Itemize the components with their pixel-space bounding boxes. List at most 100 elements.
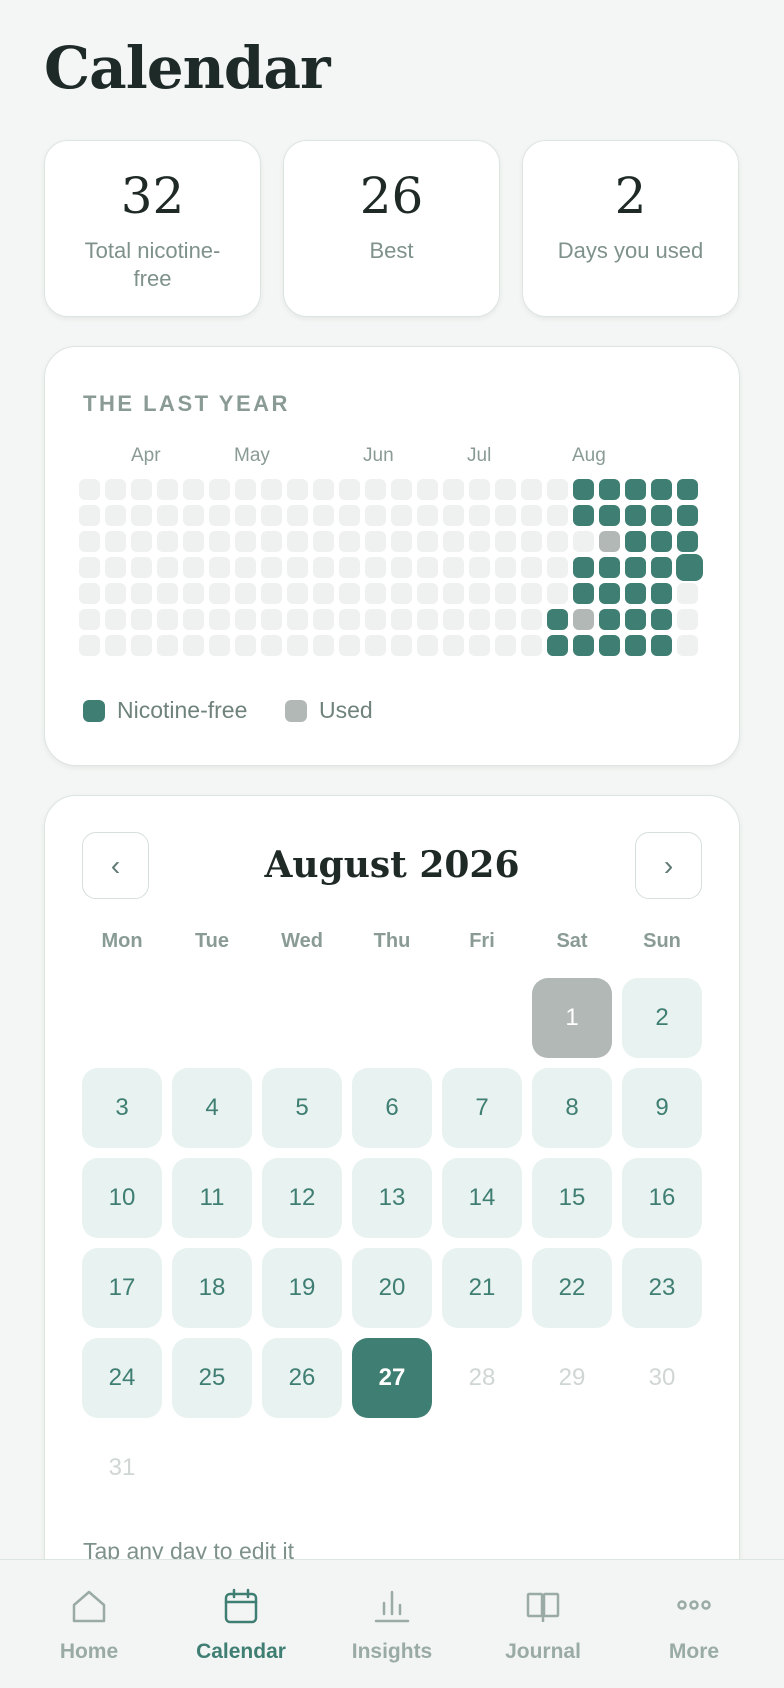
calendar-day: 29 bbox=[558, 1364, 586, 1391]
heatmap-cell-empty bbox=[339, 479, 360, 500]
heatmap-cell-empty bbox=[547, 531, 568, 552]
heatmap-cell-empty bbox=[131, 557, 152, 578]
calendar-day[interactable]: 20 bbox=[352, 1248, 432, 1328]
page-title: Calendar bbox=[44, 34, 331, 102]
calendar-day[interactable]: 8 bbox=[532, 1068, 612, 1148]
year-section-title: THE LAST YEAR bbox=[83, 391, 290, 416]
tab-label: Insights bbox=[351, 1640, 433, 1663]
calendar-day[interactable]: 14 bbox=[442, 1158, 522, 1238]
legend-used: Used bbox=[285, 697, 373, 724]
calendar-day[interactable]: 22 bbox=[532, 1248, 612, 1328]
heatmap-cell-empty bbox=[209, 609, 230, 630]
tab-insights[interactable]: Insights bbox=[317, 1560, 467, 1688]
heatmap-cell-free bbox=[625, 609, 646, 630]
heatmap-cell-empty bbox=[443, 609, 464, 630]
month-label-jul: Jul bbox=[467, 445, 492, 466]
heatmap-cell-empty bbox=[261, 531, 282, 552]
calendar-day[interactable]: 1 bbox=[532, 978, 612, 1058]
heatmap-cell-empty bbox=[235, 609, 256, 630]
calendar-day[interactable]: 6 bbox=[352, 1068, 432, 1148]
stat-label: Total nicotine-free bbox=[84, 238, 221, 291]
tab-more[interactable]: More bbox=[619, 1560, 769, 1688]
heatmap-cell-empty bbox=[79, 479, 100, 500]
calendar-day[interactable]: 26 bbox=[262, 1338, 342, 1418]
calendar-day[interactable]: 23 bbox=[622, 1248, 702, 1328]
heatmap-cell-empty bbox=[235, 531, 256, 552]
month-label-may: May bbox=[234, 445, 270, 466]
next-month-button[interactable]: › bbox=[635, 832, 702, 899]
heatmap-cell-empty bbox=[157, 583, 178, 604]
heatmap-cell-empty bbox=[547, 505, 568, 526]
calendar-day[interactable]: 13 bbox=[352, 1158, 432, 1238]
heatmap-cell-free bbox=[573, 557, 594, 578]
heatmap-cell-empty bbox=[105, 557, 126, 578]
heatmap-cell-used bbox=[599, 531, 620, 552]
heatmap-cell-empty bbox=[365, 505, 386, 526]
more-dots-icon bbox=[677, 1600, 711, 1610]
heatmap-cell-empty bbox=[79, 583, 100, 604]
calendar-day[interactable]: 9 bbox=[622, 1068, 702, 1148]
heatmap-cell-empty bbox=[547, 479, 568, 500]
calendar-day[interactable]: 18 bbox=[172, 1248, 252, 1328]
heatmap-cell-empty bbox=[443, 479, 464, 500]
calendar-day[interactable]: 24 bbox=[82, 1338, 162, 1418]
heatmap-cell-free bbox=[573, 479, 594, 500]
calendar-day: 31 bbox=[108, 1454, 136, 1481]
calendar-day[interactable]: 12 bbox=[262, 1158, 342, 1238]
heatmap-cell-empty bbox=[235, 479, 256, 500]
calendar-day[interactable]: 19 bbox=[262, 1248, 342, 1328]
book-icon bbox=[526, 1592, 560, 1622]
stat-value: 32 bbox=[120, 167, 185, 225]
tab-journal[interactable]: Journal bbox=[468, 1560, 618, 1688]
heatmap-cell-empty bbox=[105, 635, 126, 656]
calendar-day[interactable]: 21 bbox=[442, 1248, 522, 1328]
heatmap-cell-free bbox=[573, 583, 594, 604]
calendar-day[interactable]: 2 bbox=[622, 978, 702, 1058]
heatmap-cell-empty bbox=[495, 557, 516, 578]
calendar-icon bbox=[224, 1588, 258, 1624]
calendar-day[interactable]: 4 bbox=[172, 1068, 252, 1148]
legend-swatch-free bbox=[83, 699, 105, 722]
stat-value: 26 bbox=[359, 167, 424, 225]
calendar-day[interactable]: 27 bbox=[352, 1338, 432, 1418]
calendar-day[interactable]: 3 bbox=[82, 1068, 162, 1148]
heatmap-cell-free bbox=[651, 505, 672, 526]
heatmap-cell-empty bbox=[339, 635, 360, 656]
heatmap-cell-empty bbox=[183, 505, 204, 526]
heatmap-cell-empty bbox=[209, 635, 230, 656]
heatmap-cell-empty bbox=[131, 635, 152, 656]
calendar-day[interactable]: 16 bbox=[622, 1158, 702, 1238]
calendar-day[interactable]: 11 bbox=[172, 1158, 252, 1238]
heatmap-cell-free bbox=[573, 635, 594, 656]
heatmap-cell-empty bbox=[443, 635, 464, 656]
heatmap-cell-empty bbox=[495, 479, 516, 500]
heatmap-cell-empty bbox=[677, 635, 698, 656]
heatmap-cell-free bbox=[599, 609, 620, 630]
heatmap-cell-empty bbox=[261, 479, 282, 500]
heatmap-cell-empty bbox=[131, 505, 152, 526]
heatmap-cell-empty bbox=[261, 557, 282, 578]
heatmap-cell-empty bbox=[391, 479, 412, 500]
heatmap-cell-free bbox=[651, 609, 672, 630]
heatmap-cell-empty bbox=[443, 557, 464, 578]
heatmap-cell-empty bbox=[443, 531, 464, 552]
calendar-day[interactable]: 25 bbox=[172, 1338, 252, 1418]
heatmap-cell-free bbox=[625, 557, 646, 578]
heatmap-cell-empty bbox=[417, 531, 438, 552]
tab-home[interactable]: Home bbox=[14, 1560, 164, 1688]
heatmap-cell-empty bbox=[287, 505, 308, 526]
heatmap-cell-empty bbox=[339, 609, 360, 630]
calendar-day[interactable]: 7 bbox=[442, 1068, 522, 1148]
heatmap-cell-empty bbox=[365, 635, 386, 656]
heatmap-cell-free bbox=[625, 479, 646, 500]
tab-calendar[interactable]: Calendar bbox=[166, 1560, 316, 1688]
month-label-aug: Aug bbox=[572, 445, 606, 466]
calendar-day[interactable]: 15 bbox=[532, 1158, 612, 1238]
heatmap-cell-empty bbox=[105, 531, 126, 552]
calendar-day[interactable]: 10 bbox=[82, 1158, 162, 1238]
heatmap-cell-free bbox=[651, 583, 672, 604]
heatmap-cell-empty bbox=[365, 531, 386, 552]
heatmap-cell-empty bbox=[469, 583, 490, 604]
calendar-day[interactable]: 17 bbox=[82, 1248, 162, 1328]
calendar-day[interactable]: 5 bbox=[262, 1068, 342, 1148]
